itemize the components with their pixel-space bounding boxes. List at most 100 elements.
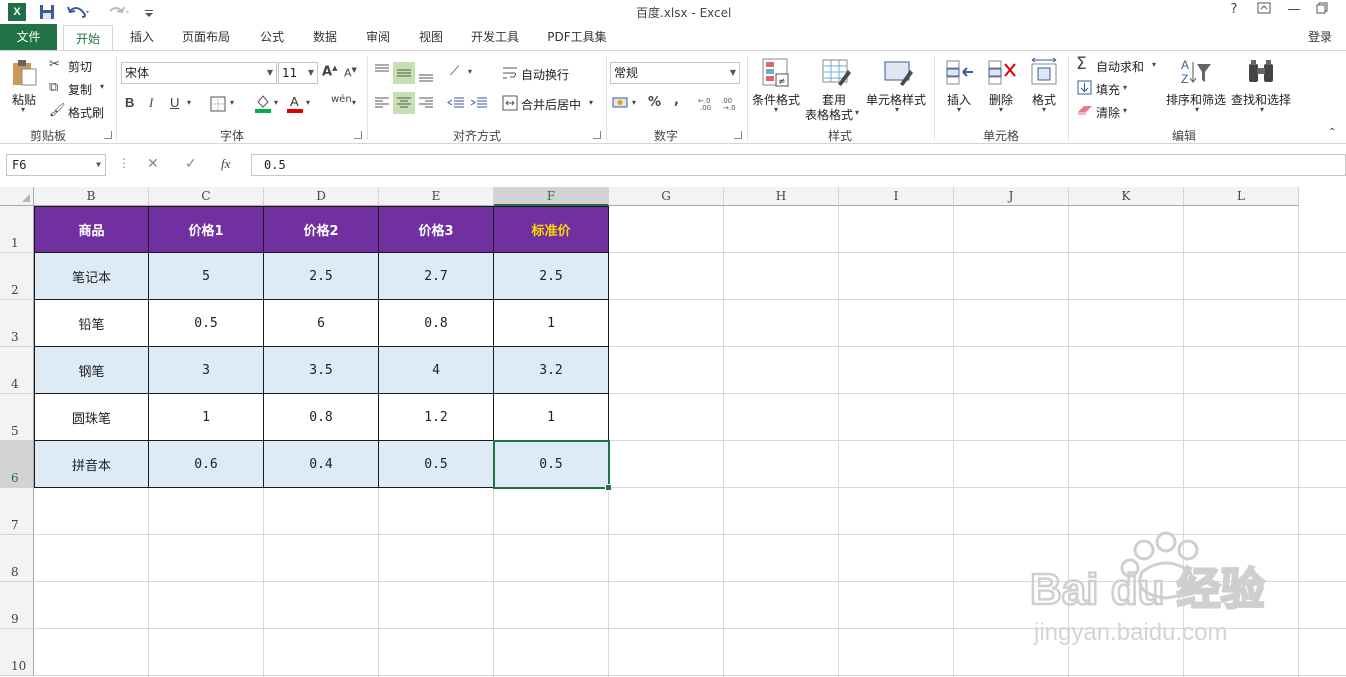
clipboard-launcher-icon[interactable] bbox=[104, 131, 112, 139]
save-icon[interactable] bbox=[38, 3, 56, 21]
table-cell[interactable]: 2.7 bbox=[379, 253, 494, 300]
table-cell[interactable]: 0.6 bbox=[149, 441, 264, 488]
autosum-icon[interactable]: Σ bbox=[1076, 54, 1087, 74]
worksheet-grid[interactable]: BCDEFGHIJKL 1 2 3 4 5 6 7 8 9 10 商品 价格1 价格2 价格3 标准价 笔记… bbox=[0, 187, 1346, 677]
copy-icon[interactable]: ⧉ bbox=[49, 80, 58, 95]
orientation-icon[interactable]: ⟋ bbox=[450, 64, 459, 79]
table-cell[interactable]: 0.5 bbox=[494, 441, 609, 488]
align-left-icon[interactable] bbox=[373, 95, 391, 111]
table-cell[interactable]: 3.5 bbox=[264, 347, 379, 394]
table-cell[interactable]: 0.5 bbox=[379, 441, 494, 488]
table-header-cell[interactable]: 商品 bbox=[34, 206, 149, 253]
merge-center-button[interactable]: 合并后居中 bbox=[521, 96, 581, 113]
sort-filter-icon[interactable]: AZ bbox=[1180, 56, 1212, 88]
find-select-icon[interactable] bbox=[1245, 56, 1277, 88]
clear-button[interactable]: 清除 bbox=[1096, 104, 1120, 121]
formula-input[interactable]: 0.5 bbox=[251, 154, 1346, 176]
column-header-g[interactable]: G bbox=[609, 187, 724, 206]
restore-icon[interactable] bbox=[1310, 2, 1334, 18]
font-name-combo[interactable]: 宋体 ▼ bbox=[121, 62, 277, 84]
row-header-2[interactable]: 2 bbox=[0, 253, 34, 300]
table-cell[interactable]: 1.2 bbox=[379, 394, 494, 441]
phonetic-dropdown-icon[interactable]: ▾ bbox=[352, 98, 356, 107]
sort-filter-dropdown-icon[interactable]: ▾ bbox=[1195, 105, 1199, 114]
tab-insert[interactable]: 插入 bbox=[122, 24, 162, 50]
format-cells-icon[interactable] bbox=[1028, 56, 1060, 88]
wrap-text-button[interactable]: 自动换行 bbox=[521, 66, 569, 83]
format-as-table-icon[interactable] bbox=[820, 56, 852, 88]
fill-button[interactable]: 填充 bbox=[1096, 81, 1120, 98]
font-size-combo[interactable]: 11 ▼ bbox=[278, 62, 318, 84]
tab-file[interactable]: 文件 bbox=[0, 24, 57, 50]
phonetic-icon[interactable]: wén bbox=[331, 94, 352, 105]
fill-color-icon[interactable] bbox=[254, 93, 272, 113]
format-painter-icon[interactable]: 🖌 bbox=[49, 103, 66, 118]
table-cell[interactable]: 1 bbox=[494, 394, 609, 441]
insert-dropdown-icon[interactable]: ▾ bbox=[957, 105, 961, 114]
decrease-indent-icon[interactable] bbox=[447, 95, 465, 111]
column-header-i[interactable]: I bbox=[839, 187, 954, 206]
align-bottom-icon[interactable] bbox=[417, 62, 435, 84]
table-cell[interactable]: 拼音本 bbox=[34, 441, 149, 488]
collapse-ribbon-icon[interactable]: ⌃ bbox=[1328, 127, 1336, 138]
italic-button[interactable]: I bbox=[149, 95, 153, 111]
table-cell[interactable]: 1 bbox=[494, 300, 609, 347]
wrap-text-icon[interactable] bbox=[502, 65, 518, 81]
table-cell[interactable]: 3 bbox=[149, 347, 264, 394]
delete-cells-icon[interactable] bbox=[986, 56, 1018, 88]
merge-center-icon[interactable] bbox=[502, 95, 518, 111]
accounting-format-icon[interactable] bbox=[612, 95, 630, 111]
row-header-4[interactable]: 4 bbox=[0, 347, 34, 394]
undo-icon[interactable] bbox=[66, 3, 92, 21]
copy-button[interactable]: 复制 bbox=[68, 81, 92, 98]
tab-developer[interactable]: 开发工具 bbox=[464, 24, 526, 50]
table-cell[interactable]: 4 bbox=[379, 347, 494, 394]
column-header-e[interactable]: E bbox=[379, 187, 494, 206]
fill-icon[interactable] bbox=[1077, 80, 1092, 95]
align-center-icon[interactable] bbox=[393, 92, 415, 114]
table-format-dropdown-icon[interactable]: ▾ bbox=[855, 108, 859, 117]
decrease-decimal-icon[interactable]: .00→.0 bbox=[721, 95, 741, 111]
tab-review[interactable]: 审阅 bbox=[358, 24, 398, 50]
column-header-c[interactable]: C bbox=[149, 187, 264, 206]
autosum-dropdown-icon[interactable]: ▾ bbox=[1152, 60, 1156, 69]
cut-icon[interactable]: ✂ bbox=[49, 57, 60, 72]
decrease-font-icon[interactable]: A▼ bbox=[344, 66, 357, 80]
table-header-cell[interactable]: 标准价 bbox=[494, 206, 609, 253]
underline-button[interactable]: U bbox=[170, 95, 179, 110]
minimize-icon[interactable]: — bbox=[1282, 2, 1306, 17]
row-header-9[interactable]: 9 bbox=[0, 582, 34, 629]
borders-icon[interactable] bbox=[210, 96, 226, 112]
align-middle-icon[interactable] bbox=[393, 62, 415, 84]
increase-indent-icon[interactable] bbox=[470, 95, 488, 111]
column-header-d[interactable]: D bbox=[264, 187, 379, 206]
tab-data[interactable]: 数据 bbox=[305, 24, 345, 50]
comma-button[interactable]: , bbox=[674, 93, 679, 108]
confirm-entry-icon[interactable]: ✓ bbox=[185, 156, 197, 172]
table-cell[interactable]: 钢笔 bbox=[34, 347, 149, 394]
column-header-j[interactable]: J bbox=[954, 187, 1069, 206]
tab-home[interactable]: 开始 bbox=[63, 25, 113, 51]
table-cell[interactable]: 5 bbox=[149, 253, 264, 300]
font-color-icon[interactable]: A bbox=[286, 93, 304, 113]
table-cell[interactable]: 3.2 bbox=[494, 347, 609, 394]
name-box[interactable]: F6 ▼ bbox=[6, 154, 106, 176]
increase-decimal-icon[interactable]: ←.0.00 bbox=[698, 95, 718, 111]
table-cell[interactable]: 1 bbox=[149, 394, 264, 441]
tab-formulas[interactable]: 公式 bbox=[252, 24, 292, 50]
tab-view[interactable]: 视图 bbox=[411, 24, 451, 50]
conditional-dropdown-icon[interactable]: ▾ bbox=[774, 105, 778, 114]
table-cell[interactable]: 2.5 bbox=[494, 253, 609, 300]
table-cell[interactable]: 0.8 bbox=[379, 300, 494, 347]
fill-dropdown-icon[interactable]: ▾ bbox=[1123, 83, 1127, 92]
conditional-format-icon[interactable]: ≠ bbox=[760, 56, 792, 88]
insert-cells-icon[interactable] bbox=[944, 56, 976, 88]
delete-dropdown-icon[interactable]: ▾ bbox=[999, 105, 1003, 114]
tab-pdf-tools[interactable]: PDF工具集 bbox=[541, 24, 613, 50]
cut-button[interactable]: 剪切 bbox=[68, 58, 92, 75]
eraser-icon[interactable] bbox=[1077, 104, 1093, 116]
cell-styles-icon[interactable] bbox=[882, 56, 914, 88]
find-select-dropdown-icon[interactable]: ▾ bbox=[1260, 105, 1264, 114]
help-button[interactable]: ? bbox=[1222, 2, 1246, 17]
autosum-button[interactable]: 自动求和 bbox=[1096, 58, 1144, 75]
